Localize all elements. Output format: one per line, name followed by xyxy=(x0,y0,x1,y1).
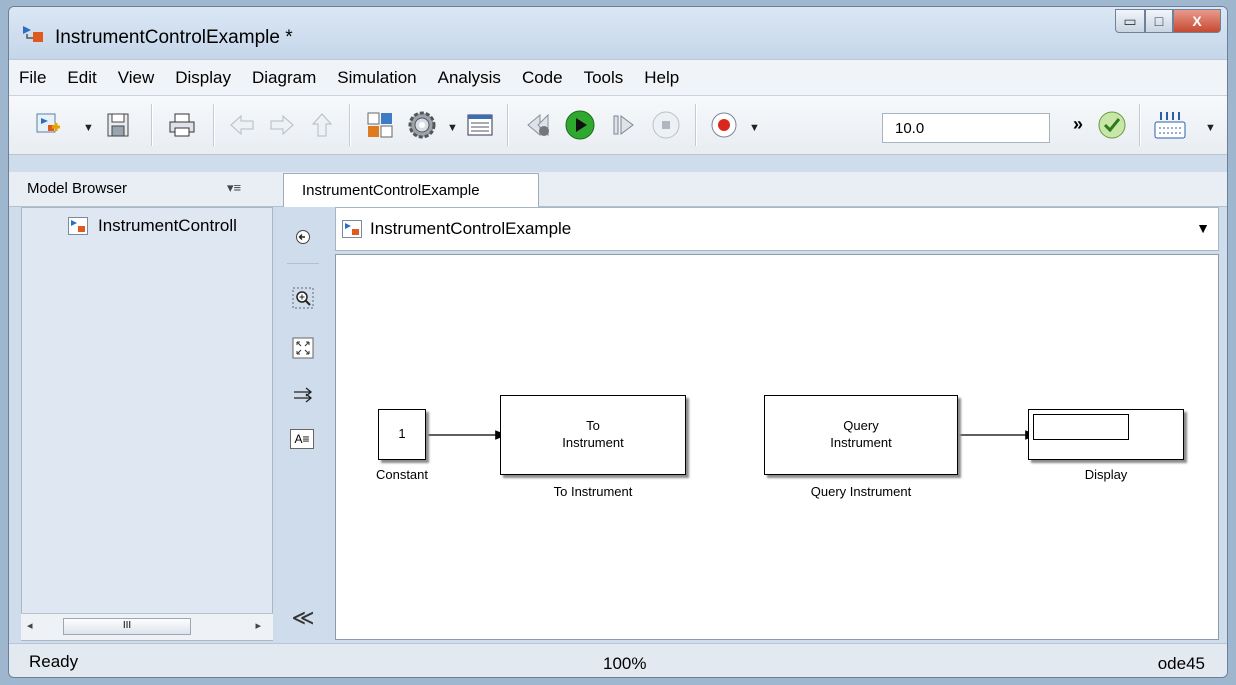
menu-code[interactable]: Code xyxy=(512,68,574,88)
constant-block-value: 1 xyxy=(398,426,406,442)
window-controls: ▭ □ X xyxy=(1115,9,1221,33)
new-model-icon[interactable] xyxy=(31,108,65,142)
hide-browser-icon[interactable] xyxy=(290,224,316,250)
tab-row xyxy=(9,172,1227,207)
back-icon[interactable] xyxy=(225,108,259,142)
forward-icon[interactable] xyxy=(265,108,299,142)
zoom-level: 100% xyxy=(603,654,647,673)
display-block[interactable] xyxy=(1028,409,1184,460)
scroll-right-icon[interactable]: ▸ xyxy=(255,619,261,632)
model-browser-item[interactable]: InstrumentControll xyxy=(68,216,274,236)
model-explorer-icon[interactable] xyxy=(463,108,497,142)
menu-tools[interactable]: Tools xyxy=(574,68,635,88)
minimize-button[interactable]: ▭ xyxy=(1115,9,1145,33)
menu-diagram[interactable]: Diagram xyxy=(242,68,327,88)
tool-palette: A≡ ≪ xyxy=(277,207,333,641)
address-path: InstrumentControlExample xyxy=(370,219,572,238)
address-dropdown-icon[interactable]: ▼ xyxy=(1196,220,1210,236)
query-instrument-line2: Instrument xyxy=(830,435,892,450)
to-instrument-label: To Instrument xyxy=(553,484,633,499)
status-text: Ready xyxy=(29,652,79,671)
fit-to-view-icon[interactable] xyxy=(290,335,316,361)
to-instrument-line1: To xyxy=(586,418,600,434)
address-bar[interactable]: InstrumentControlExample ▼ xyxy=(335,207,1219,251)
zoom-icon[interactable] xyxy=(290,285,316,311)
menu-bar: File Edit View Display Diagram Simulatio… xyxy=(9,59,1227,96)
record-dropdown-icon[interactable]: ▼ xyxy=(749,122,760,134)
to-instrument-block[interactable]: To Instrument xyxy=(500,395,686,475)
record-icon[interactable] xyxy=(707,108,741,142)
scroll-thumb[interactable]: III xyxy=(63,618,191,635)
solver-name[interactable]: ode45 xyxy=(1158,654,1205,674)
menu-analysis[interactable]: Analysis xyxy=(428,68,512,88)
build-dropdown-icon[interactable]: ▼ xyxy=(1205,122,1216,134)
simulink-window: InstrumentControlExample * ▭ □ X File Ed… xyxy=(8,6,1228,678)
simulink-model-icon xyxy=(68,217,88,235)
simulink-model-icon xyxy=(342,220,362,238)
model-browser-item-label: InstrumentControll xyxy=(98,216,237,235)
up-icon[interactable] xyxy=(305,108,339,142)
status-bar: Ready 100% ode45 xyxy=(9,643,1227,677)
maximize-button[interactable]: □ xyxy=(1145,9,1173,33)
model-browser-menu-button[interactable]: ▾≡ xyxy=(227,180,241,196)
title-bar: InstrumentControlExample * ▭ □ X xyxy=(9,7,1227,59)
query-instrument-label: Query Instrument xyxy=(810,484,912,499)
display-block-label: Display xyxy=(1084,467,1128,482)
simulink-model-icon xyxy=(23,26,43,42)
new-model-dropdown-icon[interactable]: ▼ xyxy=(83,122,94,134)
menu-simulation[interactable]: Simulation xyxy=(327,68,427,88)
model-config-icon[interactable] xyxy=(405,108,439,142)
step-back-icon[interactable] xyxy=(521,108,555,142)
collapse-palette-icon[interactable]: ≪ xyxy=(290,605,316,631)
model-browser-title: Model Browser xyxy=(27,180,128,197)
scroll-left-icon[interactable]: ◂ xyxy=(27,619,33,632)
build-icon[interactable] xyxy=(1153,108,1187,142)
model-browser-scrollbar[interactable]: ◂ III ▸ xyxy=(21,613,273,640)
save-icon[interactable] xyxy=(101,108,135,142)
model-config-dropdown-icon[interactable]: ▼ xyxy=(447,122,458,134)
menu-file[interactable]: File xyxy=(9,68,57,88)
close-button[interactable]: X xyxy=(1173,9,1221,33)
check-icon[interactable] xyxy=(1095,108,1129,142)
menu-help[interactable]: Help xyxy=(634,68,690,88)
run-icon[interactable] xyxy=(563,108,597,142)
display-readout xyxy=(1033,414,1129,440)
stop-icon[interactable] xyxy=(649,108,683,142)
print-icon[interactable] xyxy=(165,108,199,142)
query-instrument-block[interactable]: Query Instrument xyxy=(764,395,958,475)
menu-display[interactable]: Display xyxy=(165,68,242,88)
annotation-icon[interactable]: A≡ xyxy=(290,429,314,449)
constant-block-label: Constant xyxy=(375,467,429,482)
toolbar: ▼ ▼ ▼ 10.0 » ▼ xyxy=(9,95,1227,155)
library-browser-icon[interactable] xyxy=(363,108,397,142)
tab-instrumentcontrolexample[interactable]: InstrumentControlExample xyxy=(283,173,539,207)
diagram-canvas[interactable]: 1 Constant To Instrument To Instrument Q… xyxy=(335,254,1219,640)
to-instrument-line2: Instrument xyxy=(562,435,624,450)
model-browser-panel: InstrumentControll xyxy=(21,207,273,641)
menu-edit[interactable]: Edit xyxy=(57,68,107,88)
signal-routing-icon[interactable] xyxy=(290,382,316,408)
stop-time-input[interactable]: 10.0 xyxy=(882,113,1050,143)
query-instrument-line1: Query xyxy=(843,418,879,434)
menu-view[interactable]: View xyxy=(108,68,166,88)
step-forward-icon[interactable] xyxy=(607,108,641,142)
more-tools-button[interactable]: » xyxy=(1073,114,1083,135)
window-title: InstrumentControlExample * xyxy=(55,27,293,48)
constant-block[interactable]: 1 xyxy=(378,409,426,460)
